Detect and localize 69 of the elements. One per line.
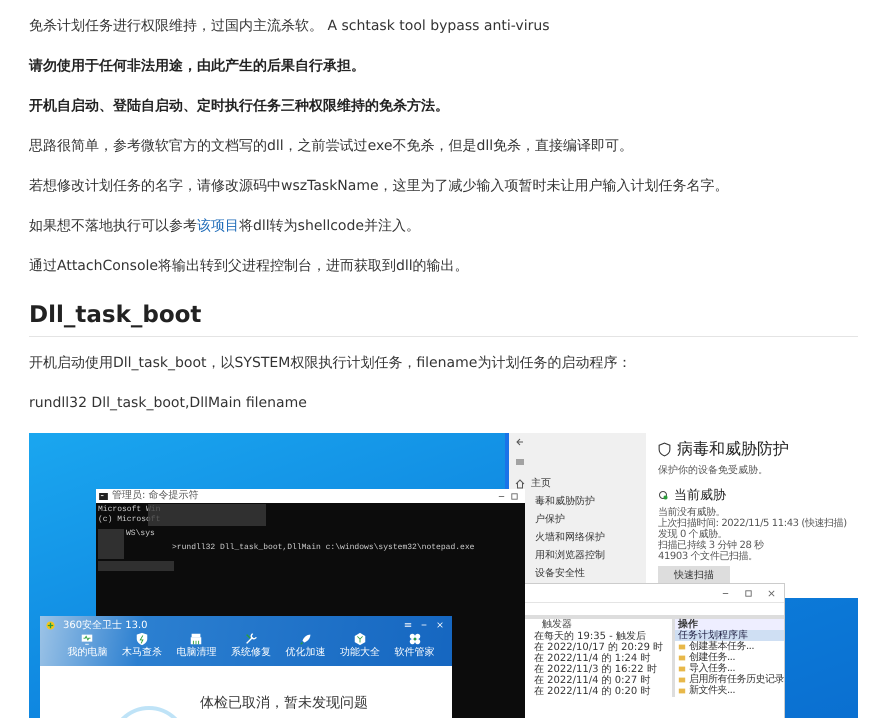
logo-icon: [46, 620, 55, 630]
scan-status-icon: [658, 490, 668, 500]
nav-item[interactable]: 毒和威胁防护: [535, 495, 595, 509]
shield-icon: [658, 442, 671, 457]
wrench-icon[interactable]: [244, 632, 258, 646]
paragraph: 通过AttachConsole将输出转到父进程控制台，进而获取到dll的输出。: [29, 257, 470, 276]
section-title: 当前威胁: [674, 487, 726, 504]
menu-icon[interactable]: [515, 457, 525, 467]
paragraph: 若想修改计划任务的名字，请修改源码中wszTaskName，这里为了减少输入项暂时未让用户输入计划任务名字。: [29, 177, 730, 196]
close-icon[interactable]: [767, 588, 776, 598]
status-line: 发现 0 个威胁。: [658, 529, 728, 540]
nav-item[interactable]: 火墙和网络保护: [535, 531, 605, 545]
column-header[interactable]: 触发器: [530, 619, 672, 631]
window-title: 管理员: 命令提示符: [112, 490, 199, 502]
nav-tab[interactable]: 软件管家: [394, 647, 435, 659]
nav-tab[interactable]: 功能大全: [340, 647, 380, 659]
monitor-icon[interactable]: [80, 632, 94, 646]
nav-item[interactable]: 设备安全性: [535, 567, 585, 581]
console-command: >rundll32 Dll_task_boot,DllMain c:\windows\system32\notepad.exe: [171, 543, 474, 553]
maximize-icon[interactable]: [744, 588, 753, 598]
trigger-cell-text: 在 2022/11/4 的 0:20 时: [533, 686, 652, 697]
menu-icon[interactable]: [404, 621, 412, 629]
maximize-icon[interactable]: [510, 492, 519, 500]
status-line: 41903 个文件已扫描。: [658, 551, 758, 562]
petals-icon[interactable]: [408, 632, 422, 646]
page-subtitle: 保护你的设备免受威胁。: [658, 464, 768, 477]
status-message: 体检已取消，暂未发现问题: [200, 694, 368, 712]
pane-title: 操作: [675, 619, 784, 630]
trigger-cell-text: 在每天的 19:35 - 触发后: [533, 631, 647, 642]
paragraph: rundll32 Dll_task_boot,DllMain filename: [29, 394, 308, 413]
paragraph: 思路很简单，参考微软官方的文档写的dll，之前尝试过exe不免杀，但是dll免杀，直接编译即可。: [29, 137, 634, 156]
pane-group-header[interactable]: 任务计划程序库: [675, 630, 784, 641]
nav-tab[interactable]: 电脑清理: [176, 647, 216, 659]
redaction-block: [98, 529, 124, 559]
paragraph: 开机启动使用Dll_task_boot，以SYSTEM权限执行计划任务，filename为计划任务的启动程序：: [29, 354, 632, 373]
action-item[interactable]: 创建基本任务...: [689, 641, 754, 652]
nav-tab[interactable]: 优化加速: [286, 647, 326, 659]
brush-icon[interactable]: [189, 632, 204, 646]
app-title: 360安全卫士 13.0: [63, 618, 148, 632]
action-item[interactable]: 导入任务...: [689, 663, 736, 674]
warning-text: 请勿使用于任何非法用途，由此产生的后果自行承担。: [29, 57, 366, 76]
trigger-cell-text: 在 2022/11/4 的 0:27 时: [533, 675, 652, 686]
action-item[interactable]: 创建任务...: [689, 652, 736, 663]
trigger-cell-text: 在 2022/11/4 的 1:24 时: [533, 653, 650, 664]
project-link[interactable]: 该项目: [197, 218, 239, 234]
section-heading: Dll_task_boot: [29, 300, 858, 337]
nav-item[interactable]: 户保护: [535, 513, 565, 527]
quick-scan-button[interactable]: 快速扫描: [658, 566, 730, 584]
shield-icon[interactable]: [134, 632, 149, 646]
nav-item[interactable]: 主页: [531, 477, 551, 491]
trigger-cell-text: 在 2022/10/17 的 20:29 时: [533, 642, 664, 653]
nav-item[interactable]: 用和浏览器控制: [535, 549, 605, 563]
status-line: 当前没有威胁。: [658, 507, 726, 518]
console-line: WS\sys: [125, 529, 155, 539]
hexagon-icon[interactable]: [353, 632, 368, 646]
warning-text: 开机自启动、登陆自启动、定时执行任务三种权限维持的免杀方法。: [29, 96, 450, 116]
paragraph: 如果想不落地执行可以参考该项目将dll转为shellcode并注入。: [29, 217, 421, 236]
nav-tab[interactable]: 系统修复: [230, 647, 271, 659]
nav-tab[interactable]: 木马查杀: [122, 647, 162, 659]
console-icon: [99, 492, 108, 500]
action-item[interactable]: 新文件夹...: [689, 685, 736, 696]
paragraph: 免杀计划任务进行权限维持，过国内主流杀软。 A schtask tool bypass anti-virus: [29, 17, 551, 36]
trigger-cell-text: 在 2022/11/3 的 16:22 时: [533, 664, 658, 675]
page-title: 病毒和威胁防护: [677, 439, 789, 460]
status-line: 上次扫描时间: 2022/11/5 11:43 (快速扫描): [658, 518, 847, 529]
back-arrow-icon[interactable]: [515, 437, 525, 447]
action-item[interactable]: 启用所有任务历史记录: [689, 674, 784, 685]
home-icon: [515, 479, 525, 489]
status-line: 扫描已持续 3 分钟 28 秒: [658, 540, 764, 551]
